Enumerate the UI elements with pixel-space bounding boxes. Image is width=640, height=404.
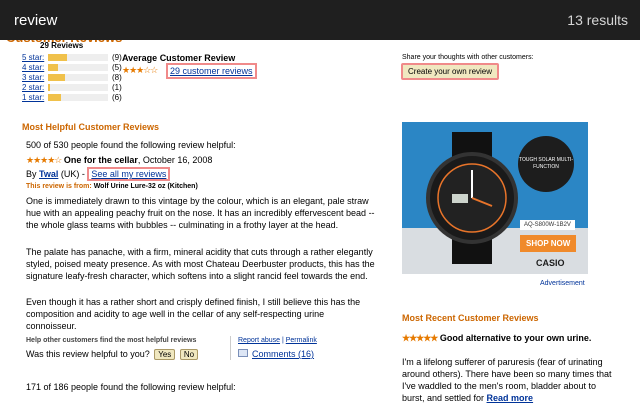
ad-model-number: AQ-S800W-1B2V [520,220,575,230]
histogram-row[interactable]: 3 star: (8) [22,72,122,82]
histogram-star-label[interactable]: 2 star: [22,83,46,92]
find-query[interactable]: review [14,12,57,29]
advertisement-label[interactable]: Advertisement [540,280,585,287]
average-review-title: Average Customer Review [122,53,236,63]
ad-brand-logo: CASIO [536,258,565,268]
watch-image [426,132,518,264]
most-recent-header: Most Recent Customer Reviews [402,313,539,323]
histogram-star-label[interactable]: 1 star: [22,93,46,102]
histogram-bar [48,63,108,71]
read-more-link[interactable]: Read more [487,393,534,403]
customer-reviews-link[interactable]: 29 customer reviews [166,63,257,79]
was-helpful-row: Was this review helpful to you? Yes No [26,349,199,360]
yes-button[interactable]: Yes [154,349,176,360]
review-paragraph: One is immediately drawn to this vintage… [26,196,375,230]
find-bar: review 13 results [0,0,640,40]
histogram-count: (1) [112,82,122,92]
recent-review-title-row: ★★★★★ Good alternative to your own urine… [402,332,612,344]
report-abuse-link[interactable]: Report abuse [238,337,280,344]
author-location: (UK) - [58,169,88,179]
histogram-count: (5) [112,62,122,72]
help-customers-header: Help other customers find the most helpf… [26,337,197,344]
histogram-star-label[interactable]: 3 star: [22,73,46,82]
comment-icon [238,349,248,357]
review-star-rating: ★★★★☆ [26,155,62,165]
histogram-fill [48,63,59,71]
casio-watch-advertisement[interactable]: TOUGH SOLAR MULTI-FUNCTION AQ-S800W-1B2V… [402,122,588,274]
average-star-rating: ★★★☆☆ [122,65,158,75]
review-from-label: This review is from: [26,183,94,190]
review-title-row: ★★★★☆ One for the cellar, October 16, 20… [26,155,212,166]
by-label: By [26,169,40,179]
find-result-count: 13 results [567,12,628,28]
histogram-row[interactable]: 2 star: (1) [22,82,122,92]
helpful-count: 500 of 530 people found the following re… [26,140,236,150]
histogram-star-label[interactable]: 5 star: [22,53,46,62]
most-helpful-header: Most Helpful Customer Reviews [22,122,160,132]
see-all-reviews-link[interactable]: See all my reviews [87,167,171,181]
vertical-divider [230,336,231,360]
histogram-bar [48,53,108,61]
histogram-count: (9) [112,52,122,62]
author-link[interactable]: Twal [39,169,58,179]
was-helpful-question: Was this review helpful to you? [26,349,150,359]
ad-feature-badge: TOUGH SOLAR MULTI-FUNCTION [518,136,574,192]
permalink-link[interactable]: Permalink [286,337,317,344]
review-paragraph: The palate has panache, with a firm, min… [26,247,375,281]
histogram-row[interactable]: 5 star: (9) [22,52,122,62]
histogram-row[interactable]: 4 star: (5) [22,62,122,72]
histogram-total: 29 Reviews [40,41,84,50]
review-date: , October 16, 2008 [137,155,213,165]
histogram-fill [48,83,50,91]
recent-review-title[interactable]: Good alternative to your own urine. [440,333,592,343]
histogram-fill [48,53,67,61]
histogram-fill [48,73,65,81]
histogram-row[interactable]: 1 star: (6) [22,92,122,102]
review-byline: By Twal (UK) - See all my reviews [26,167,171,181]
histogram-star-label[interactable]: 4 star: [22,63,46,72]
no-button[interactable]: No [179,349,199,360]
review-source: This review is from: Wolf Urine Lure-32 … [26,183,198,190]
review-page: Customer Reviews 29 Reviews 5 star: (9) … [0,0,640,403]
histogram-bar [48,73,108,81]
histogram-count: (8) [112,72,122,82]
review-actions: Report abuse | Permalink [238,337,317,344]
comments-link[interactable]: Comments (16) [252,349,314,359]
review-paragraph: Even though it has a rather short and cr… [26,297,361,331]
histogram-count: (6) [112,92,122,102]
share-thoughts-text: Share your thoughts with other customers… [402,54,534,61]
histogram-bar [48,83,108,91]
recent-review-stars: ★★★★★ [402,333,438,343]
histogram-fill [48,93,61,101]
recent-review-text: I'm a lifelong sufferer of paruresis (fe… [402,356,612,404]
helpful-count: 171 of 186 people found the following re… [26,382,236,392]
create-review-button[interactable]: Create your own review [401,63,500,80]
histogram-bar [48,93,108,101]
review-product: Wolf Urine Lure-32 oz (Kitchen) [93,183,198,190]
rating-histogram: 5 star: (9) 4 star: (5) 3 star: (8) 2 st… [22,52,122,102]
shop-now-button[interactable]: SHOP NOW [520,235,577,252]
review-title: One for the cellar [63,155,138,165]
